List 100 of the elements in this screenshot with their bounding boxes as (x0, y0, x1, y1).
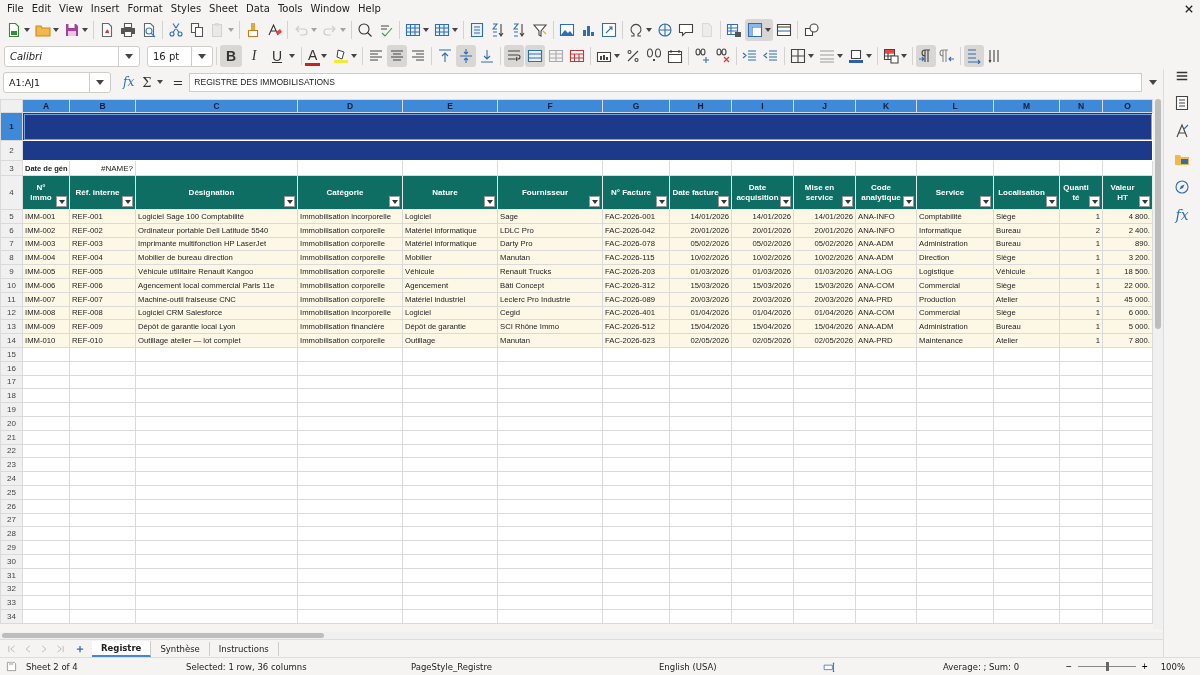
caret-icon[interactable] (321, 54, 328, 58)
row-header[interactable]: 1 (0, 112, 23, 141)
column-header[interactable]: E (402, 99, 498, 113)
special-character-icon[interactable] (628, 22, 644, 38)
new-spreadsheet-icon[interactable] (6, 22, 22, 38)
column-header[interactable]: A (22, 99, 70, 113)
column-header[interactable]: B (69, 99, 136, 113)
menu-item[interactable]: Data (243, 3, 275, 14)
font-color-button[interactable]: A (305, 46, 321, 66)
menu-item[interactable]: Styles (167, 3, 207, 14)
bold-button[interactable]: B (220, 45, 242, 67)
formula-button[interactable]: = (170, 74, 186, 90)
column-title: Code analytique (860, 183, 902, 202)
menu-item[interactable]: View (56, 3, 88, 14)
column-title: Catégorie (326, 187, 364, 198)
borders-icon[interactable] (790, 48, 807, 64)
caret-icon[interactable] (866, 54, 873, 58)
column-header[interactable]: O (1102, 99, 1153, 113)
scrollbar-thumb[interactable] (1155, 99, 1161, 329)
column-title: N° Immo (29, 183, 53, 202)
conditional-format-icon[interactable] (883, 48, 900, 64)
sheet-tab[interactable]: Instructions (209, 641, 279, 656)
freeze-panes-button[interactable] (745, 19, 773, 41)
column-header[interactable]: D (297, 99, 403, 113)
close-icon[interactable] (1185, 4, 1193, 13)
column-title: N° Facture (610, 187, 652, 198)
caret-icon[interactable] (837, 54, 844, 58)
column-title: Fournisseur (521, 187, 569, 198)
highlight-color-icon[interactable] (333, 48, 350, 64)
styles-icon[interactable] (1174, 123, 1190, 139)
properties-icon[interactable] (1174, 95, 1190, 111)
save-icon[interactable] (64, 22, 80, 38)
menu-item[interactable]: File (4, 3, 29, 14)
expand-icon[interactable] (1149, 79, 1157, 85)
formula-input[interactable]: REGISTRE DES IMMOBILISATIONS (189, 72, 1142, 92)
column-title: Localisation (998, 187, 1045, 198)
page-style: PageStyle_Registre (411, 661, 493, 672)
column-icon[interactable] (434, 22, 450, 38)
column-header[interactable]: J (793, 99, 856, 113)
column-header[interactable]: L (916, 99, 994, 113)
column-title: Valeur HT (1109, 183, 1136, 202)
caret-icon[interactable] (423, 28, 429, 32)
row-header[interactable]: 4 (0, 175, 23, 210)
row-header[interactable]: 2 (0, 140, 23, 161)
slider-thumb[interactable] (1105, 662, 1109, 671)
caret-icon[interactable] (24, 28, 30, 32)
column-header[interactable]: F (497, 99, 603, 113)
zoom-level: 100% (1160, 661, 1185, 672)
column-title: Date acquisition (735, 183, 780, 202)
sum-info: Average: ; Sum: 0 (943, 661, 1021, 672)
caret-icon[interactable] (53, 28, 59, 32)
column-header[interactable]: K (855, 99, 917, 113)
column-header[interactable]: M (993, 99, 1060, 113)
italic-button[interactable]: I (243, 45, 265, 67)
caret-icon[interactable] (765, 28, 771, 32)
zoom-out-button[interactable]: − (1063, 661, 1075, 672)
table-cell: #NAME? (69, 160, 136, 176)
menu-item[interactable]: Help (355, 3, 386, 14)
border-color-icon[interactable] (848, 48, 865, 64)
menu-item[interactable]: Window (307, 3, 355, 14)
column-title: Mise en service (803, 183, 836, 202)
column-header[interactable]: C (135, 99, 298, 113)
caret-icon[interactable] (614, 54, 621, 58)
sheet-tab[interactable]: Registre (92, 640, 152, 657)
freeze-panes-icon[interactable] (747, 22, 763, 38)
language: English (USA) (659, 661, 718, 672)
menu-item[interactable]: Edit (28, 3, 57, 14)
column-title: Réf. interne (75, 187, 120, 198)
column-title: Quanti té (1062, 183, 1090, 202)
caret-icon[interactable] (646, 28, 652, 32)
caret-icon[interactable] (808, 54, 815, 58)
column-header[interactable]: N (1059, 99, 1103, 113)
sheet-tab[interactable]: Synthèse (151, 641, 210, 656)
caret-icon[interactable] (351, 54, 358, 58)
menu-item[interactable]: Sheet (206, 3, 244, 14)
column-header[interactable]: G (602, 99, 670, 113)
caret-icon[interactable] (96, 79, 104, 85)
zoom-in-button[interactable]: + (1138, 661, 1151, 672)
sum-button[interactable]: Σ (140, 74, 154, 90)
column-header[interactable]: H (669, 99, 732, 113)
column-header[interactable]: I (731, 99, 794, 113)
underline-button[interactable]: U (266, 45, 288, 67)
caret-icon[interactable] (157, 80, 164, 84)
functions-button[interactable]: fx (1175, 207, 1189, 223)
menu-icon[interactable] (1175, 69, 1189, 83)
scrollbar-thumb[interactable] (2, 633, 324, 638)
menu-item[interactable]: Insert (87, 3, 125, 14)
column-title: Nature (432, 187, 458, 198)
sheet-indicator: Sheet 2 of 4 (26, 661, 79, 672)
selection-info: Selected: 1 row, 36 columns (186, 661, 308, 672)
navigator-icon[interactable] (1174, 179, 1190, 195)
menu-item[interactable]: Tools (274, 3, 308, 14)
caret-icon[interactable] (82, 28, 88, 32)
function-wizard-button[interactable]: fx (121, 75, 137, 89)
row-icon[interactable] (405, 22, 421, 38)
caret-icon[interactable] (901, 54, 908, 58)
menu-item[interactable]: Format (124, 3, 168, 14)
column-title: Date facture (672, 187, 719, 198)
caret-icon[interactable] (289, 54, 295, 58)
caret-icon[interactable] (452, 28, 458, 32)
